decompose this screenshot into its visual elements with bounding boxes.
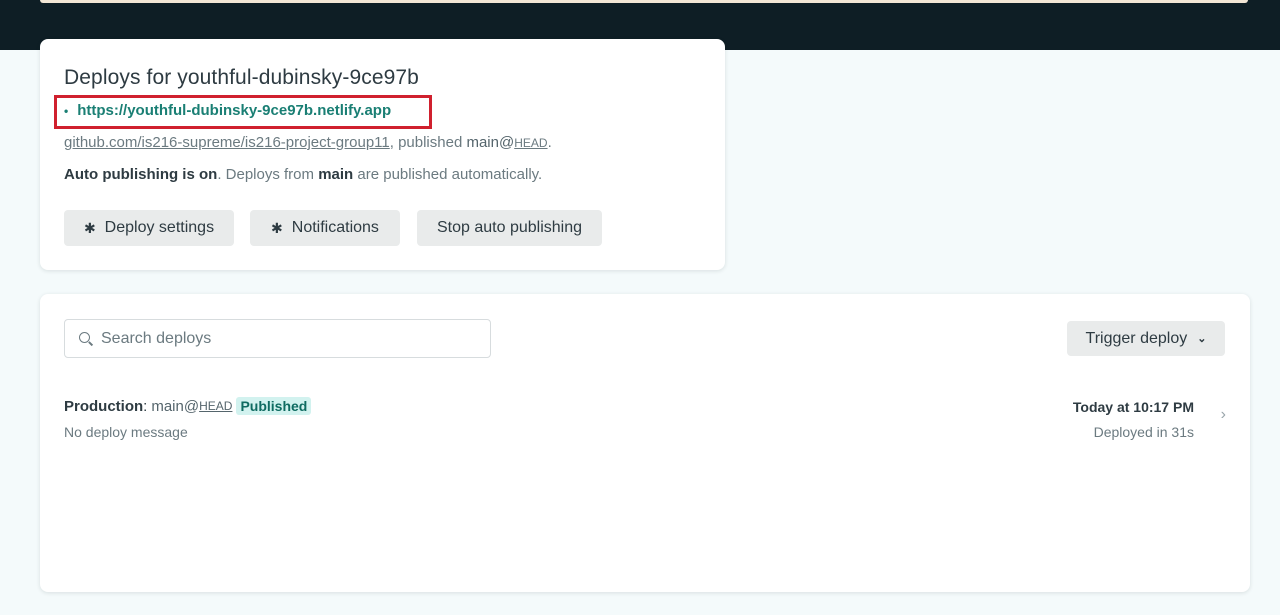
header-strip	[40, 0, 1248, 3]
stop-auto-publishing-button[interactable]: Stop auto publishing	[417, 210, 602, 246]
published-prefix: , published	[389, 134, 463, 151]
site-url-link[interactable]: https://youthful-dubinsky-9ce97b.netlify…	[77, 102, 391, 119]
search-icon	[79, 331, 93, 346]
deploy-duration: Deployed in 31s	[1093, 424, 1194, 440]
trigger-deploy-button[interactable]: Trigger deploy ⌄	[1067, 321, 1225, 356]
repo-link[interactable]: github.com/is216-supreme/is216-project-g…	[64, 134, 390, 151]
notifications-label: Notifications	[291, 219, 379, 236]
status-badge: Published	[236, 397, 312, 415]
page-title: Deploys for youthful-dubinsky-9ce97b	[64, 66, 419, 89]
deploys-list-card: Trigger deploy ⌄ Production: main@HEAD P…	[40, 294, 1250, 592]
stop-auto-publishing-label: Stop auto publishing	[437, 219, 582, 236]
notifications-button[interactable]: ✱ Notifications	[250, 210, 400, 246]
site-url-item: • https://youthful-dubinsky-9ce97b.netli…	[64, 102, 391, 119]
period: .	[547, 134, 552, 151]
deploy-settings-button[interactable]: ✱ Deploy settings	[64, 210, 234, 246]
site-overview-card: Deploys for youthful-dubinsky-9ce97b • h…	[40, 39, 725, 270]
deploy-head: HEAD	[199, 399, 233, 413]
trigger-deploy-label: Trigger deploy	[1085, 329, 1188, 347]
gear-icon: ✱	[271, 219, 283, 236]
published-branch: main@	[466, 134, 515, 151]
deploy-time: Today at 10:17 PM	[1072, 399, 1194, 415]
context-colon: :	[143, 397, 148, 415]
deploy-context-name: Production	[64, 397, 144, 415]
list-item[interactable]: Production: main@ HEAD Published No deplo…	[64, 394, 1226, 446]
autopublish-text1: . Deploys from	[217, 166, 315, 183]
autopublish-strong: Auto publishing is on	[64, 166, 218, 183]
autopublish-branch: main	[318, 166, 354, 183]
search-input[interactable]	[101, 329, 481, 348]
search-box	[64, 319, 491, 358]
published-head: HEAD	[514, 136, 548, 150]
gear-icon: ✱	[83, 219, 96, 236]
deploy-context: Production: main@ HEAD Published	[64, 397, 312, 415]
bullet-icon: •	[64, 103, 69, 118]
chevron-right-icon[interactable]: ›	[1221, 406, 1226, 424]
deploy-ref: main@	[151, 397, 200, 415]
deploy-settings-label: Deploy settings	[104, 219, 215, 236]
autopublish-status: Auto publishing is on. Deploys from main…	[64, 166, 542, 183]
autopublish-text2: are published automatically.	[357, 166, 543, 183]
deploy-message: No deploy message	[64, 424, 188, 440]
chevron-down-icon: ⌄	[1197, 333, 1207, 345]
repo-line: github.com/is216-supreme/is216-project-g…	[64, 134, 552, 151]
